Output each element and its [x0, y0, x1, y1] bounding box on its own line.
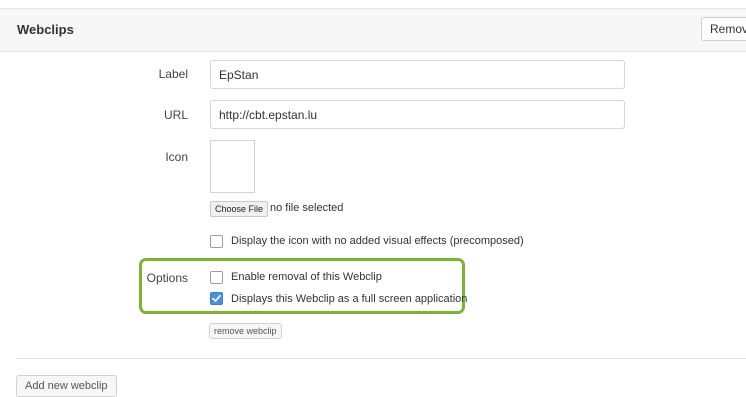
options-label: Options	[146, 271, 188, 285]
choose-file-button[interactable]: Choose File	[210, 201, 269, 217]
label-input[interactable]	[210, 60, 625, 89]
label-field-label: Label	[158, 67, 188, 81]
url-input[interactable]	[210, 100, 625, 129]
url-field-label: URL	[163, 108, 188, 122]
add-new-webclip-button[interactable]: Add new webclip	[16, 375, 117, 397]
options-highlight-box	[139, 258, 465, 314]
webclips-header: Webclips Remove	[0, 8, 746, 52]
remove-webclip-button[interactable]: remove webclip	[209, 323, 282, 339]
check-icon	[212, 294, 221, 302]
remove-button[interactable]: Remove	[701, 17, 746, 41]
divider	[16, 358, 746, 359]
file-status-text: no file selected	[270, 202, 344, 214]
full-screen-checkbox[interactable]	[210, 292, 223, 305]
precomposed-label: Display the icon with no added visual ef…	[231, 235, 524, 247]
section-title: Webclips	[17, 22, 74, 37]
enable-removal-checkbox[interactable]	[210, 271, 223, 284]
enable-removal-label: Enable removal of this Webclip	[231, 271, 382, 283]
icon-preview	[210, 140, 255, 193]
precomposed-checkbox[interactable]	[210, 235, 223, 248]
full-screen-label: Displays this Webclip as a full screen a…	[231, 293, 468, 305]
icon-field-label: Icon	[165, 150, 188, 164]
